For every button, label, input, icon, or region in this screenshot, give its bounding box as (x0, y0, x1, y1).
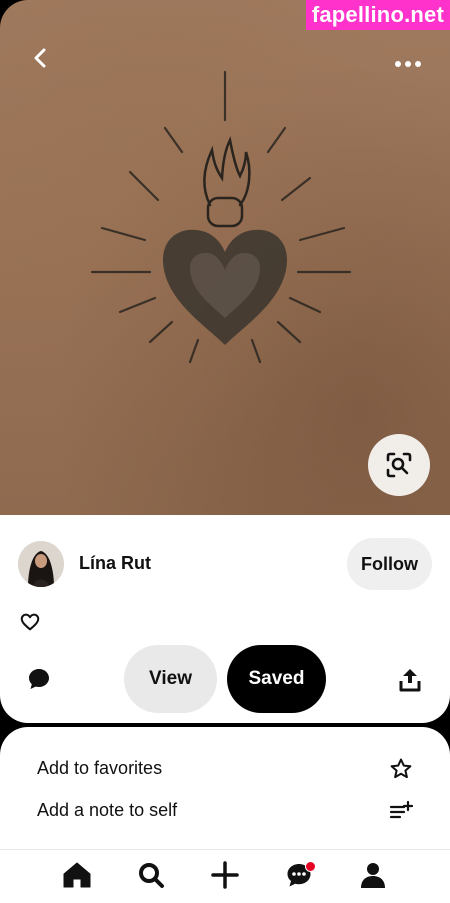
option-label: Add a note to self (37, 800, 178, 820)
add-to-favorites-option[interactable]: Add to favorites (0, 749, 450, 789)
dot (415, 61, 421, 67)
dot (405, 61, 411, 67)
saved-button[interactable]: Saved (227, 645, 326, 713)
create-icon (211, 861, 239, 889)
dot (395, 61, 401, 67)
pin-image[interactable] (0, 0, 450, 515)
share-button[interactable] (398, 667, 422, 693)
creator-avatar[interactable] (18, 541, 64, 587)
visual-search-button[interactable] (368, 434, 430, 496)
bottom-tab-bar (0, 849, 450, 903)
search-icon (139, 863, 164, 888)
home-icon (63, 862, 91, 888)
profile-icon (361, 863, 385, 888)
follow-button[interactable]: Follow (347, 538, 432, 590)
tab-profile[interactable] (356, 860, 390, 890)
creator-name[interactable]: Lína Rut (79, 553, 151, 574)
watermark: fapellino.net (305, 0, 450, 30)
tab-create[interactable] (208, 860, 242, 890)
tab-home[interactable] (60, 860, 94, 890)
view-button[interactable]: View (124, 645, 217, 713)
tab-messages[interactable] (282, 860, 316, 890)
pin-info-card: Lína Rut Follow View Saved (0, 515, 450, 723)
heart-outline-icon (20, 613, 40, 631)
star-outline-icon (390, 758, 412, 779)
share-icon (399, 669, 421, 692)
note-add-icon (389, 800, 413, 819)
comment-button[interactable] (27, 667, 51, 691)
notification-dot (305, 861, 316, 872)
option-label: Add to favorites (37, 758, 163, 778)
avatar-image (18, 541, 64, 587)
back-button[interactable] (22, 40, 58, 76)
chevron-left-icon (34, 48, 46, 68)
comment-icon (29, 669, 49, 689)
visual-search-icon (386, 452, 412, 478)
like-button[interactable] (19, 611, 41, 633)
pin-options-sheet: Add to favorites Add a note to self (0, 727, 450, 849)
more-options-button[interactable] (390, 50, 426, 78)
tab-search[interactable] (134, 860, 168, 890)
add-note-option[interactable]: Add a note to self (0, 791, 450, 831)
